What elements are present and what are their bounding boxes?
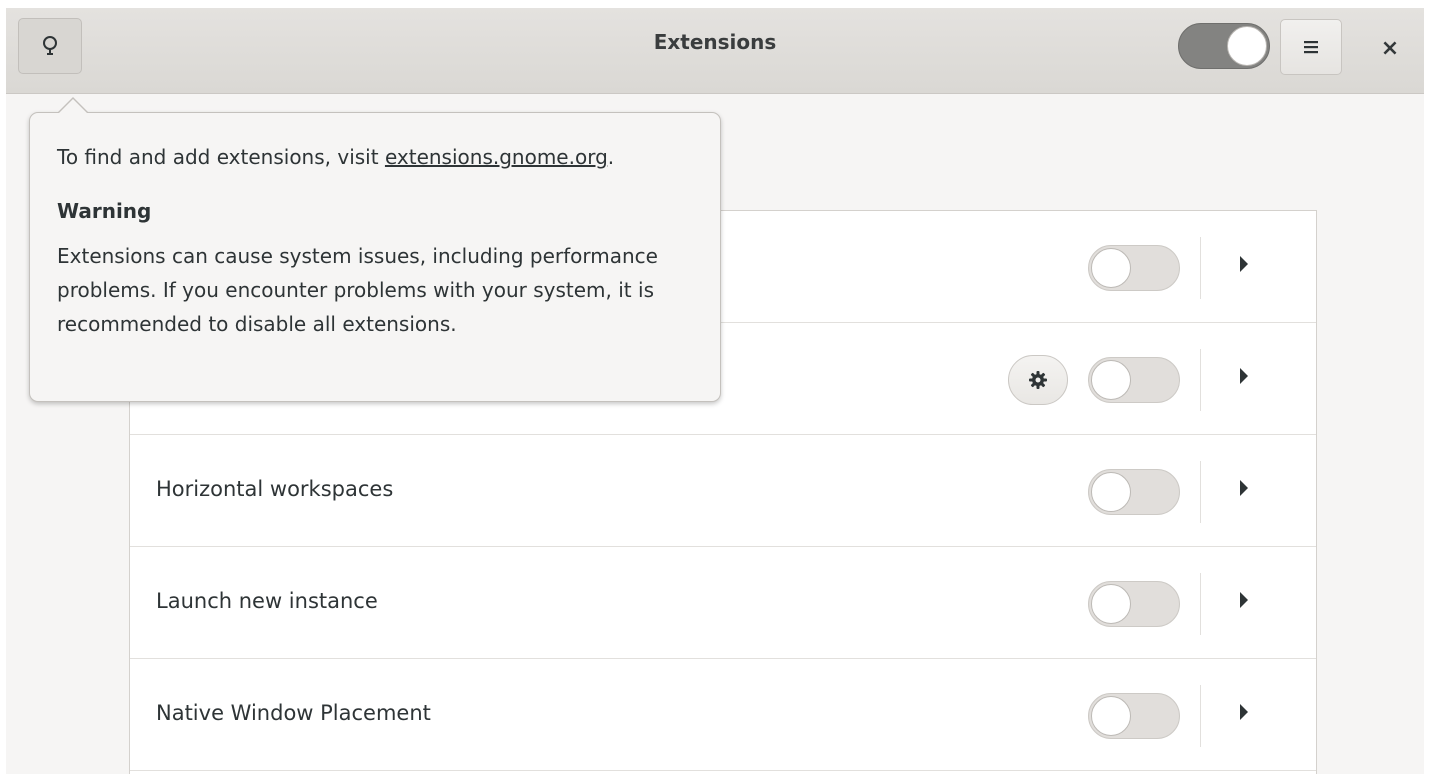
extension-name: Horizontal workspaces — [156, 477, 394, 501]
extension-toggle[interactable] — [1088, 581, 1180, 627]
expand-arrow-icon[interactable] — [1240, 256, 1248, 272]
row-divider — [1200, 685, 1201, 747]
switch-knob — [1091, 472, 1131, 512]
extensions-website-link[interactable]: extensions.gnome.org — [385, 145, 608, 169]
expand-arrow-icon[interactable] — [1240, 368, 1248, 384]
extension-row[interactable]: Native Window Placement — [130, 659, 1316, 771]
hamburger-menu-icon — [1304, 41, 1318, 54]
extensions-window: Extensions × Horizontal workspaces Launc… — [6, 8, 1424, 774]
expand-arrow-icon[interactable] — [1240, 592, 1248, 608]
warning-heading: Warning — [57, 199, 152, 223]
extension-row[interactable]: Launch new instance — [130, 547, 1316, 659]
row-divider — [1200, 349, 1201, 411]
intro-suffix: . — [607, 145, 615, 169]
extension-toggle[interactable] — [1088, 693, 1180, 739]
extension-name: Launch new instance — [156, 589, 378, 613]
extension-toggle[interactable] — [1088, 357, 1180, 403]
extension-toggle[interactable] — [1088, 245, 1180, 291]
extension-settings-button[interactable] — [1008, 355, 1068, 405]
main-menu-button[interactable] — [1280, 19, 1342, 75]
extension-name: Native Window Placement — [156, 701, 431, 725]
extension-toggle[interactable] — [1088, 469, 1180, 515]
extensions-master-switch[interactable] — [1178, 23, 1270, 69]
row-divider — [1200, 573, 1201, 635]
intro-prefix: To find and add extensions, visit — [57, 145, 385, 169]
popover-intro-text: To find and add extensions, visit extens… — [57, 145, 614, 169]
extensions-info-popover: To find and add extensions, visit extens… — [29, 97, 721, 402]
close-button[interactable]: × — [1372, 30, 1408, 66]
switch-knob — [1091, 248, 1131, 288]
switch-knob — [1091, 584, 1131, 624]
warning-body: Extensions can cause system issues, incl… — [57, 244, 658, 336]
row-divider — [1200, 237, 1201, 299]
switch-knob — [1227, 26, 1267, 66]
popover-pointer-fill — [58, 99, 88, 114]
expand-arrow-icon[interactable] — [1240, 480, 1248, 496]
close-icon: × — [1380, 35, 1400, 61]
gear-icon — [1029, 371, 1047, 389]
row-divider — [1200, 461, 1201, 523]
switch-knob — [1091, 696, 1131, 736]
extension-row[interactable]: Horizontal workspaces — [130, 435, 1316, 547]
expand-arrow-icon[interactable] — [1240, 704, 1248, 720]
switch-knob — [1091, 360, 1131, 400]
headerbar: Extensions × — [6, 8, 1424, 94]
